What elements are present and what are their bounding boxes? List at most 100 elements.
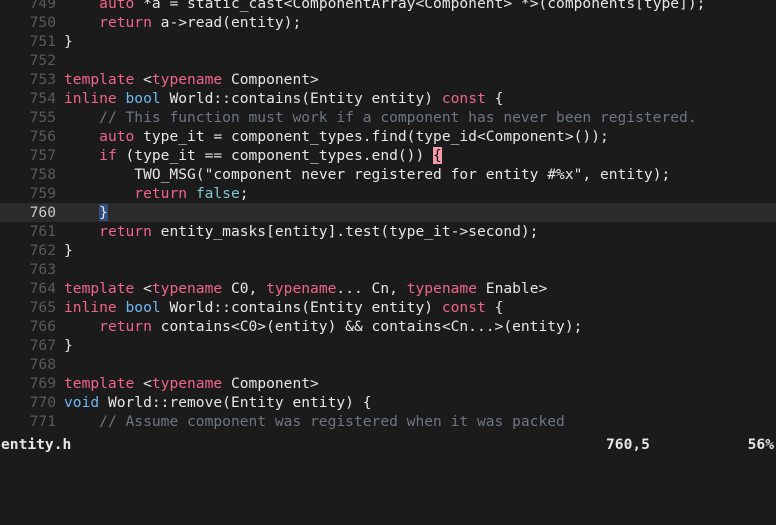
code-token: < xyxy=(134,375,152,392)
code-text[interactable]: return false; xyxy=(56,184,248,203)
code-text[interactable]: auto *a = static_cast<ComponentArray<Com… xyxy=(56,0,705,13)
code-line[interactable]: 767} xyxy=(0,336,776,355)
type-token: bool xyxy=(125,90,161,107)
code-text[interactable]: } xyxy=(56,32,73,51)
code-token: } xyxy=(64,33,73,50)
code-token: TWO_MSG( xyxy=(64,166,205,183)
keyword-token: auto xyxy=(99,0,135,12)
keyword-token: typename xyxy=(151,375,223,392)
code-text[interactable]: } xyxy=(56,241,73,260)
code-line[interactable]: 762} xyxy=(0,241,776,260)
keyword-token: return xyxy=(99,318,152,335)
code-line[interactable]: 764 template <typename C0, typename... Cn… xyxy=(0,279,776,298)
status-bar: entity.h 760,5 56% xyxy=(0,433,776,456)
line-number: 752 xyxy=(29,52,56,69)
keyword-token: typename xyxy=(151,71,223,88)
code-token: Component> xyxy=(222,71,319,88)
code-line[interactable]: 752 xyxy=(0,51,776,70)
line-number: 757 xyxy=(29,147,56,164)
code-text[interactable]: auto type_it = component_types.find(type… xyxy=(56,127,609,146)
code-line[interactable]: 757 if (type_it == component_types.end()… xyxy=(0,146,776,165)
type-token: void xyxy=(64,394,100,411)
code-text[interactable]: // This function must work if a componen… xyxy=(56,108,697,127)
code-token: { xyxy=(485,90,504,107)
keyword-token: inline xyxy=(64,299,117,316)
code-line[interactable]: 769 template <typename Component> xyxy=(0,374,776,393)
line-number: 767 xyxy=(29,337,56,354)
code-token: (type_it == component_types.end()) xyxy=(116,147,434,164)
status-cursor-position: 760,5 xyxy=(606,436,650,453)
matching-brace: } xyxy=(99,204,108,221)
code-text[interactable]: } xyxy=(56,203,108,222)
code-text[interactable]: if (type_it == component_types.end()) { xyxy=(56,146,442,165)
code-line[interactable]: 763 xyxy=(0,260,776,279)
code-token: < xyxy=(134,71,152,88)
code-line[interactable]: 755 // This function must work if a comp… xyxy=(0,108,776,127)
code-token: World::remove(Entity entity) { xyxy=(99,394,372,411)
keyword-token: return xyxy=(134,185,188,202)
code-text[interactable]: return entity_masks[entity].test(type_it… xyxy=(56,222,538,241)
line-number: 751 xyxy=(29,33,56,50)
keyword-token: template xyxy=(64,280,135,297)
code-line[interactable]: 768 xyxy=(0,355,776,374)
code-text[interactable]: TWO_MSG("component never registered for … xyxy=(56,165,670,184)
code-line[interactable]: 760 } xyxy=(0,203,776,222)
code-line[interactable]: 761 return entity_masks[entity].test(typ… xyxy=(0,222,776,241)
code-text[interactable]: template <typename Component> xyxy=(56,374,319,393)
code-text[interactable]: return a->read(entity); xyxy=(56,13,301,32)
command-line[interactable] xyxy=(0,456,776,471)
keyword-token: typename xyxy=(266,280,337,297)
code-line[interactable]: 750 return a->read(entity); xyxy=(0,13,776,32)
keyword-token: const xyxy=(441,90,486,107)
comment-token: // Assume component was registered when … xyxy=(99,413,565,430)
code-line[interactable]: 771 // Assume component was registered w… xyxy=(0,412,776,431)
code-line[interactable]: 756 auto type_it = component_types.find(… xyxy=(0,127,776,146)
line-number: 753 xyxy=(29,71,56,88)
code-text[interactable]: template <typename Component> xyxy=(56,70,319,89)
line-number: 766 xyxy=(29,318,56,335)
code-editor[interactable]: 749 auto *a = static_cast<ComponentArray… xyxy=(0,0,776,433)
string-token: "component never registered for entity #… xyxy=(204,166,583,183)
keyword-token: if xyxy=(99,147,117,164)
keyword-token: return xyxy=(99,14,152,31)
code-line[interactable]: 759 return false; xyxy=(0,184,776,203)
code-token: World::contains(Entity entity) xyxy=(160,90,442,107)
line-number: 762 xyxy=(29,242,56,259)
line-number: 769 xyxy=(29,375,56,392)
line-number: 770 xyxy=(29,394,56,411)
code-line[interactable]: 765 inline bool World::contains(Entity en… xyxy=(0,298,776,317)
code-text[interactable]: // Assume component was registered when … xyxy=(56,412,565,431)
boolean-token: false xyxy=(195,185,240,202)
code-line[interactable]: 751} xyxy=(0,32,776,51)
code-line[interactable]: 753 template <typename Component> xyxy=(0,70,776,89)
line-number: 759 xyxy=(29,185,56,202)
code-line[interactable]: 770 void World::remove(Entity entity) { xyxy=(0,393,776,412)
code-line[interactable]: 754 inline bool World::contains(Entity en… xyxy=(0,89,776,108)
code-token: Enable> xyxy=(477,280,548,297)
keyword-token: return xyxy=(99,223,152,240)
line-number: 749 xyxy=(29,0,56,12)
code-text[interactable]: inline bool World::contains(Entity entit… xyxy=(56,298,503,317)
code-text[interactable]: void World::remove(Entity entity) { xyxy=(56,393,372,412)
keyword-token: const xyxy=(441,299,486,316)
code-token: entity_masks[entity].test(type_it->secon… xyxy=(151,223,539,240)
code-token: } xyxy=(64,242,73,259)
code-line[interactable]: 758 TWO_MSG("component never registered … xyxy=(0,165,776,184)
code-token: { xyxy=(485,299,504,316)
keyword-token: inline xyxy=(64,90,117,107)
code-text[interactable]: template <typename C0, typename... Cn, t… xyxy=(56,279,547,298)
code-token: ... Cn, xyxy=(336,280,407,297)
code-text[interactable]: } xyxy=(56,336,73,355)
code-line[interactable]: 766 return contains<C0>(entity) && conta… xyxy=(0,317,776,336)
code-text[interactable]: return contains<C0>(entity) && contains<… xyxy=(56,317,582,336)
code-line[interactable]: 749 auto *a = static_cast<ComponentArray… xyxy=(0,0,776,13)
status-scroll-percent: 56% xyxy=(747,436,774,453)
comment-token: // This function must work if a componen… xyxy=(99,109,697,126)
code-text[interactable]: inline bool World::contains(Entity entit… xyxy=(56,89,503,108)
